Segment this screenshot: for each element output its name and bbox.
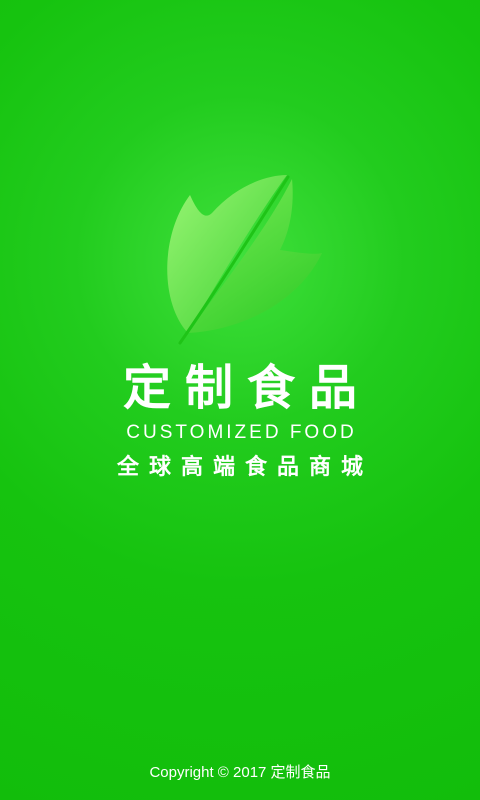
leaf-icon [167, 175, 322, 345]
splash-screen: 定制食品 CUSTOMIZED FOOD 全球高端食品商城 Copyright … [0, 0, 480, 800]
copyright-notice: Copyright © 2017 定制食品 [149, 764, 331, 781]
app-subtitle-english: CUSTOMIZED FOOD [126, 422, 357, 443]
app-title: 定制食品 [122, 360, 371, 416]
app-slogan: 全球高端食品商城 [116, 454, 373, 480]
